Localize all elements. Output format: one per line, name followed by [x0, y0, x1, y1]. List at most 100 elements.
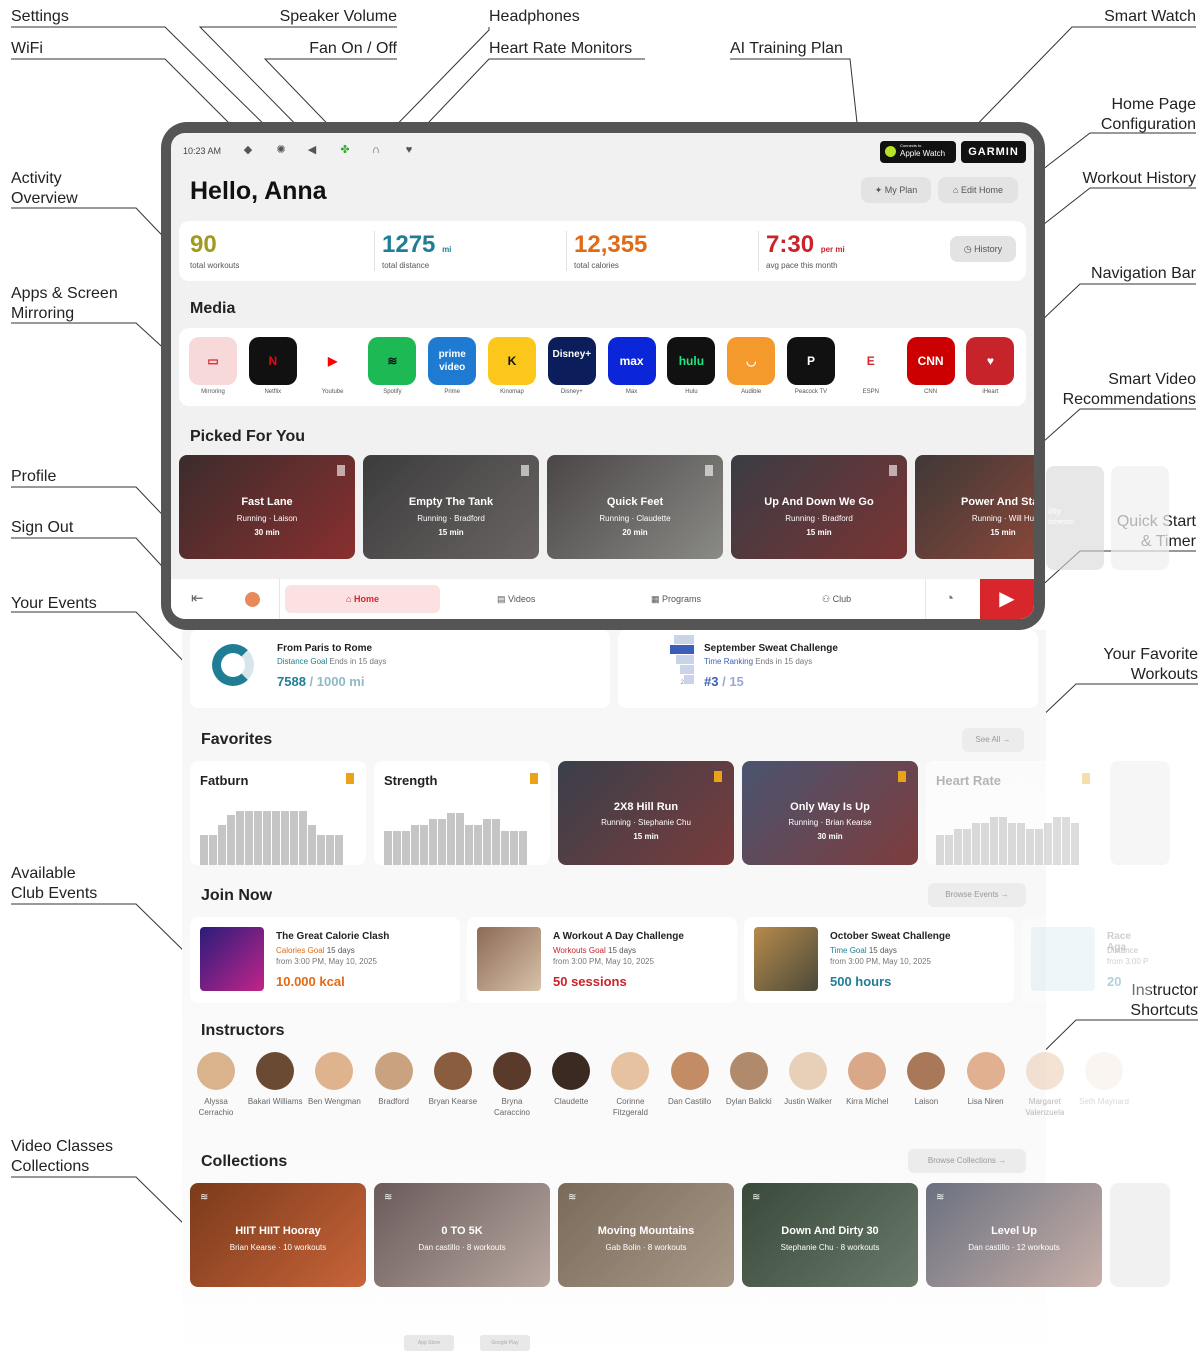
- my-plan-button[interactable]: ✦ My Plan: [861, 177, 931, 203]
- annotation-apps-mirroring: Apps & Screen Mirroring: [11, 285, 118, 322]
- app-label: Kinomap: [500, 389, 524, 395]
- favorite-card[interactable]: Strength: [374, 761, 550, 865]
- app-iheart[interactable]: ♥ iHeart: [965, 337, 1015, 395]
- instructor-shortcut[interactable]: Dylan Balicki: [721, 1052, 777, 1107]
- instructor-shortcut[interactable]: Seth Maynard: [1076, 1052, 1132, 1107]
- collection-title: Level Up: [991, 1225, 1037, 1237]
- favorite-card-partial[interactable]: [1110, 761, 1170, 865]
- quick-start-button[interactable]: ▶: [980, 579, 1034, 619]
- workout-card[interactable]: Empty The Tank Running · Bradford 15 min: [363, 455, 539, 559]
- nav-home[interactable]: ⌂ Home: [285, 585, 440, 613]
- club-event-card-partial[interactable]: Race Aga Distance from 3:00 P 20: [1021, 917, 1151, 1003]
- app-spotify[interactable]: ≋ Spotify: [367, 337, 417, 395]
- app-store-badge[interactable]: App Store: [404, 1335, 454, 1351]
- instructor-shortcut[interactable]: Dan Castillo: [662, 1052, 718, 1107]
- instructor-shortcut[interactable]: Bradford: [366, 1052, 422, 1107]
- club-event-target: 10.000 kcal: [276, 974, 345, 989]
- sign-out-icon[interactable]: ⇤: [191, 579, 204, 619]
- workout-instructor: Will Hu: [1008, 514, 1034, 523]
- instructor-shortcut[interactable]: Corinne Fitzgerald: [602, 1052, 658, 1118]
- divider: [566, 231, 567, 271]
- app-espn[interactable]: E ESPN: [846, 337, 896, 395]
- workout-type: Running: [417, 514, 447, 523]
- workout-card[interactable]: Up And Down We Go Running · Bradford 15 mi…: [731, 455, 907, 559]
- instructor-shortcut[interactable]: Ben Wengman: [306, 1052, 362, 1107]
- picked-card-partial[interactable]: ility itcheson: [1046, 466, 1104, 570]
- app-label: CNN: [924, 389, 938, 395]
- instructor-shortcut[interactable]: Bryan Kearse: [425, 1052, 481, 1107]
- browse-collections-button[interactable]: Browse Collections →: [908, 1149, 1026, 1173]
- instructor-shortcut[interactable]: Lisa Niren: [958, 1052, 1014, 1107]
- instructor-shortcut[interactable]: Alyssa Cerrachio: [188, 1052, 244, 1118]
- avatar[interactable]: [245, 592, 260, 607]
- instructor-shortcut[interactable]: Bryna Caraccino: [484, 1052, 540, 1118]
- collection-card[interactable]: ≋ Moving Mountains Gab Bolin · 8 workouts: [558, 1183, 734, 1287]
- instructor-shortcut[interactable]: Margaret Valenzuela: [1017, 1052, 1073, 1118]
- headphones-icon[interactable]: ∩: [369, 143, 383, 157]
- annotation-heart-rate-monitors: Heart Rate Monitors: [489, 40, 633, 57]
- club-event-card[interactable]: A Workout A Day Challenge Workouts Goal …: [467, 917, 737, 1003]
- app-youtube[interactable]: ▶ Youtube: [308, 337, 358, 395]
- picked-card-partial[interactable]: [1111, 466, 1169, 570]
- app-disney-[interactable]: Disney+ Disney+: [547, 337, 597, 395]
- workout-card[interactable]: Fast Lane Running · Laison 30 min: [179, 455, 355, 559]
- instructor-shortcut[interactable]: Bakari Williams: [247, 1052, 303, 1107]
- annotation-activity-overview: Activity Overview: [11, 170, 78, 207]
- workout-card[interactable]: Quick Feet Running · Claudette 20 min: [547, 455, 723, 559]
- workout-meta: Running · Bradford: [417, 514, 485, 523]
- avatar: [966, 1052, 1005, 1090]
- heart-rate-icon[interactable]: ♥: [402, 143, 416, 157]
- edit-home-button[interactable]: ⌂ Edit Home: [938, 177, 1018, 203]
- speaker-icon[interactable]: ◀: [305, 143, 319, 157]
- instructor-name: Dylan Balicki: [725, 1097, 772, 1106]
- settings-icon[interactable]: ✺: [274, 143, 288, 157]
- workout-card[interactable]: Power And Stab Running · Will Hu 15 min: [915, 455, 1034, 559]
- favorite-card[interactable]: Only Way Is Up Running · Brian Kearse 30…: [742, 761, 918, 865]
- apple-watch-badge[interactable]: Connects to Apple Watch: [880, 141, 956, 163]
- instructor-shortcut[interactable]: Justin Walker: [780, 1052, 836, 1107]
- collection-card[interactable]: ≋ 0 TO 5K Dan castillo · 8 workouts: [374, 1183, 550, 1287]
- favorite-card[interactable]: Fatburn: [190, 761, 366, 865]
- nav-club[interactable]: ⚇ Club: [822, 579, 851, 619]
- instructor-shortcut[interactable]: Claudette: [543, 1052, 599, 1107]
- collection-card[interactable]: ≋ Down And Dirty 30 Stephanie Chu · 8 work…: [742, 1183, 918, 1287]
- favorite-card[interactable]: 2X8 Hill Run Running · Stephanie Chu 15 …: [558, 761, 734, 865]
- garmin-badge[interactable]: GARMIN: [961, 141, 1026, 163]
- club-event-card[interactable]: The Great Calorie Clash Calories Goal 15…: [190, 917, 460, 1003]
- app-peacock-tv[interactable]: P Peacock TV: [786, 337, 836, 395]
- wifi-icon[interactable]: ◆: [241, 143, 255, 157]
- instructor-shortcut[interactable]: Laison: [898, 1052, 954, 1107]
- club-event-start: from 3:00 PM, May 10, 2025: [553, 957, 654, 966]
- collection-workouts: 8 workouts: [840, 1243, 880, 1252]
- google-play-badge[interactable]: Google Play: [480, 1335, 530, 1351]
- instructor-shortcut[interactable]: Kirra Michel: [839, 1052, 895, 1107]
- instructor-name: Bakari Williams: [247, 1097, 303, 1106]
- favorite-card[interactable]: Heart Rate: [926, 761, 1102, 865]
- section-title-join-now: Join Now: [201, 887, 273, 904]
- nav-videos[interactable]: ▤ Videos: [497, 579, 535, 619]
- event-card-distance[interactable]: From Paris to Rome Distance Goal Ends in…: [190, 630, 610, 708]
- app-netflix[interactable]: N Netflix: [248, 337, 298, 395]
- see-all-button[interactable]: See All →: [962, 728, 1024, 752]
- collection-card[interactable]: ≋ Level Up Dan castillo · 12 workouts: [926, 1183, 1102, 1287]
- app-prime[interactable]: prime video Prime: [427, 337, 477, 395]
- app-kinomap[interactable]: K Kinomap: [487, 337, 537, 395]
- instructor-name: Laison: [914, 1097, 939, 1106]
- club-event-card[interactable]: October Sweat Challenge Time Goal 15 day…: [744, 917, 1014, 1003]
- workout-duration: 30 min: [254, 528, 280, 537]
- nav-programs[interactable]: ▦ Programs: [651, 579, 701, 619]
- history-button[interactable]: ◷ History: [950, 236, 1016, 262]
- collection-card-partial[interactable]: [1110, 1183, 1170, 1287]
- timer-icon[interactable]: ◔: [945, 579, 954, 619]
- collection-workouts: 12 workouts: [1016, 1243, 1060, 1252]
- event-card-ranking[interactable]: 112898025721248102405 September Sweat Ch…: [618, 630, 1038, 708]
- app-audible[interactable]: ◡ Audible: [726, 337, 776, 395]
- annotation-video-collections: Video Classes Collections: [11, 1138, 113, 1175]
- app-hulu[interactable]: hulu Hulu: [666, 337, 716, 395]
- app-cnn[interactable]: CNN CNN: [906, 337, 956, 395]
- collection-card[interactable]: ≋ HIIT HIIT Hooray Brian Kearse · 10 worko…: [190, 1183, 366, 1287]
- app-max[interactable]: max Max: [607, 337, 657, 395]
- fan-icon[interactable]: ✤: [338, 143, 352, 157]
- browse-events-button[interactable]: Browse Events →: [928, 883, 1026, 907]
- app-mirroring[interactable]: ▭ Mirroring: [188, 337, 238, 395]
